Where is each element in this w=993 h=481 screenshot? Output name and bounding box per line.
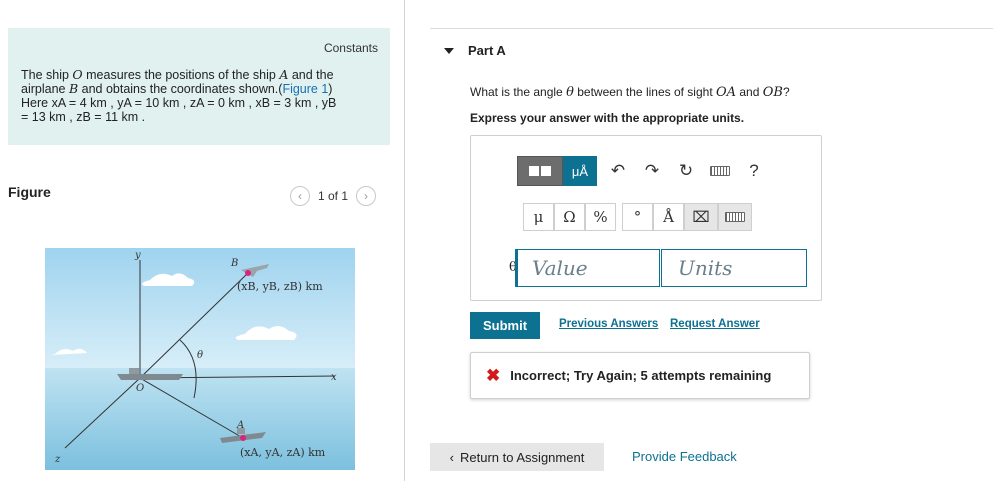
feedback-box: ✖ Incorrect; Try Again; 5 attempts remai… — [470, 352, 810, 399]
instruction-text: Express your answer with the appropriate… — [470, 111, 745, 125]
problem-text-fragment: ) — [328, 82, 333, 96]
label-B: B — [230, 258, 238, 269]
problem-text: The ship O measures the positions of the… — [21, 67, 381, 125]
templates-icon[interactable] — [517, 156, 563, 186]
symbol-button-angstrom[interactable]: Å — [653, 203, 684, 231]
label-theta: θ — [197, 350, 203, 361]
part-title: Part A — [468, 43, 506, 58]
question-fragment: ? — [782, 85, 790, 99]
keyboard-icon[interactable] — [718, 203, 752, 231]
divider — [430, 28, 993, 29]
units-button[interactable]: μÅ — [563, 156, 597, 186]
answer-box: μÅ ↶ ↷ ↻ ? μ Ω % ° Å ⌧ θ = — [470, 135, 822, 301]
feedback-message: Incorrect; Try Again; 5 attempts remaini… — [510, 368, 772, 383]
submit-button[interactable]: Submit — [470, 312, 540, 339]
problem-text-fragment: and obtains the coordinates shown.( — [78, 82, 283, 96]
ship-O-shape — [129, 368, 139, 374]
symbol-button-degree[interactable]: ° — [622, 203, 653, 231]
problem-text-fragment: and the — [288, 68, 334, 82]
question-fragment: between the lines of sight — [573, 85, 716, 99]
incorrect-icon: ✖ — [486, 365, 501, 385]
coordinate-values: Here xA = 4 km , yA = 10 km , zA = 0 km … — [21, 96, 337, 110]
label-O: O — [136, 383, 144, 394]
math-toolbar: μÅ ↶ ↷ ↻ ? — [517, 155, 815, 187]
page: Constants The ship O measures the positi… — [0, 0, 993, 481]
value-input[interactable] — [515, 249, 660, 287]
ship-O-shape — [117, 374, 183, 380]
units-input[interactable] — [661, 249, 807, 287]
return-label: Return to Assignment — [460, 449, 585, 465]
figure-heading: Figure — [8, 184, 51, 200]
pager-count: 1 of 1 — [318, 189, 349, 203]
previous-answers-link[interactable]: Previous Answers — [559, 318, 658, 330]
redo-icon[interactable]: ↷ — [635, 156, 669, 186]
var-OB: OB — [762, 85, 783, 100]
var-B: B — [68, 81, 79, 96]
undo-icon[interactable]: ↶ — [601, 156, 635, 186]
return-to-assignment-button[interactable]: ‹ Return to Assignment — [430, 443, 604, 471]
label-x: x — [331, 372, 337, 383]
question-text: What is the angle θ between the lines of… — [470, 85, 790, 100]
reset-icon[interactable]: ↻ — [669, 156, 703, 186]
question-fragment: and — [736, 85, 763, 99]
point-A — [240, 435, 246, 441]
var-theta: θ — [566, 85, 574, 100]
point-B — [245, 270, 251, 276]
chevron-left-icon: ‹ — [449, 449, 455, 465]
keyboard-icon[interactable] — [703, 156, 737, 186]
part-header[interactable]: Part A — [444, 43, 506, 58]
constants-link[interactable]: Constants — [324, 41, 378, 55]
symbol-toolbar: μ Ω % ° Å ⌧ — [523, 203, 819, 231]
symbol-button-percent[interactable]: % — [585, 203, 616, 231]
problem-text-fragment: The ship — [21, 68, 73, 82]
var-O: O — [72, 67, 83, 82]
symbol-button-mu[interactable]: μ — [523, 203, 554, 231]
backspace-icon[interactable]: ⌧ — [684, 203, 718, 231]
help-icon[interactable]: ? — [737, 156, 771, 186]
right-pane: Part A What is the angle θ between the l… — [430, 0, 993, 481]
provide-feedback-link[interactable]: Provide Feedback — [632, 449, 737, 464]
label-z: z — [54, 454, 61, 465]
question-fragment: What is the angle — [470, 85, 567, 99]
symbol-button-ohm[interactable]: Ω — [554, 203, 585, 231]
label-B-coords: (xB, yB, zB) km — [237, 280, 323, 293]
left-pane: Constants The ship O measures the positi… — [0, 0, 405, 481]
chevron-right-icon[interactable]: › — [356, 186, 377, 206]
figure-image: y x z O A B θ (xB, yB, zB) km (xA, yA, z… — [45, 248, 355, 470]
coordinate-values-cont: = 13 km , zB = 11 km . — [21, 110, 146, 124]
var-OA: OA — [715, 85, 737, 100]
figure-pager: ‹ 1 of 1 › — [290, 186, 377, 206]
problem-text-fragment: airplane — [21, 82, 69, 96]
var-A: A — [279, 67, 289, 82]
problem-statement: Constants The ship O measures the positi… — [8, 28, 390, 145]
label-A-coords: (xA, yA, zA) km — [240, 446, 326, 459]
problem-text-fragment: measures the positions of the ship — [82, 68, 280, 82]
figure-link[interactable]: Figure 1 — [282, 82, 328, 96]
label-A: A — [236, 420, 244, 431]
request-answer-link[interactable]: Request Answer — [670, 318, 760, 330]
chevron-left-icon[interactable]: ‹ — [290, 186, 310, 206]
label-y: y — [134, 250, 141, 261]
collapse-triangle-icon[interactable] — [444, 47, 454, 54]
